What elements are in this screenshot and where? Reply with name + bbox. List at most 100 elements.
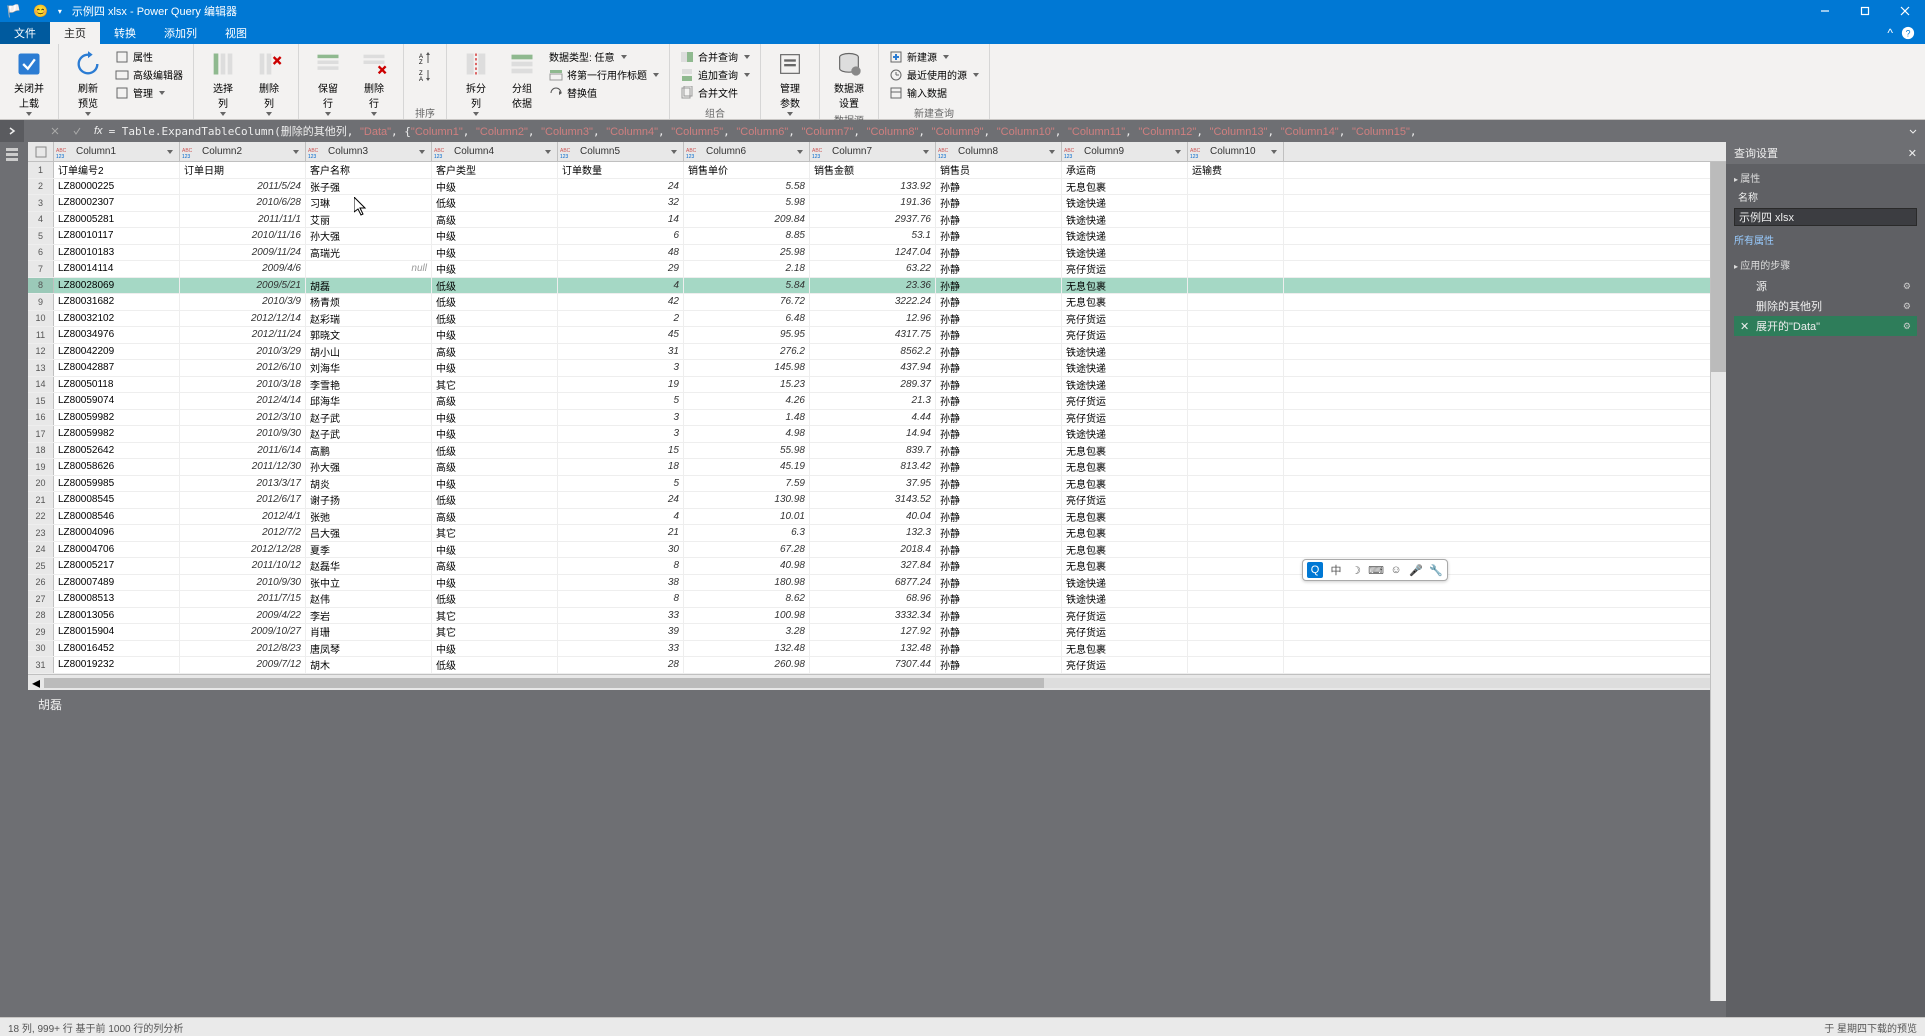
cell[interactable]: 胡炎 [306,476,432,492]
row-header[interactable]: 1 [28,162,54,178]
cell[interactable]: 63.22 [810,261,936,277]
cell[interactable]: 中级 [432,327,558,343]
cell[interactable]: 2011/10/12 [180,558,306,574]
row-header[interactable]: 25 [28,558,54,574]
step-gear-icon[interactable]: ⚙ [1903,321,1911,332]
cell[interactable]: 18 [558,459,684,475]
cell[interactable]: 2012/6/17 [180,492,306,508]
cell[interactable]: 260.98 [684,657,810,673]
cell[interactable]: 孙静 [936,591,1062,607]
cell[interactable]: 吕大强 [306,525,432,541]
cell[interactable]: 32 [558,195,684,211]
applied-step[interactable]: ✕展开的"Data"⚙ [1734,316,1917,336]
cell[interactable] [1188,410,1284,426]
table-row[interactable]: 11LZ800349762012/11/24郭晓文中级4595.954317.7… [28,327,1726,344]
row-header[interactable]: 5 [28,228,54,244]
cell[interactable]: 低级 [432,591,558,607]
cell[interactable]: 铁途快递 [1062,360,1188,376]
table-row[interactable]: 15LZ800590742012/4/14邱海华高级54.2621.3孙静亮仔货… [28,393,1726,410]
cell[interactable]: 承运商 [1062,162,1188,178]
filter-dropdown-icon[interactable] [1171,145,1185,159]
table-row[interactable]: 20LZ800599852013/3/17胡炎中级57.5937.95孙静无息包… [28,476,1726,493]
cell[interactable]: 艾丽 [306,212,432,228]
cell[interactable]: 高级 [432,558,558,574]
column-header-Column4[interactable]: ABC123Column4 [432,142,558,161]
cell[interactable] [1188,492,1284,508]
cell[interactable]: null [306,261,432,277]
cell[interactable]: 2012/6/10 [180,360,306,376]
cell[interactable]: LZ80052642 [54,443,180,459]
cell[interactable]: 5 [558,393,684,409]
cell[interactable] [1188,212,1284,228]
ime-mode-icon[interactable]: Q [1307,562,1323,578]
cell[interactable] [1188,179,1284,195]
pane-close-icon[interactable]: ✕ [1908,147,1917,160]
cell[interactable]: 铁途快递 [1062,377,1188,393]
cell[interactable]: 孙静 [936,327,1062,343]
cell[interactable]: LZ80059074 [54,393,180,409]
ime-toolbar[interactable]: Q 中 ☽ ⌨ ☺ 🎤 🔧 [1302,559,1448,581]
sort-asc-button[interactable]: AZ [414,50,436,66]
cell[interactable]: LZ80010117 [54,228,180,244]
cell[interactable]: 订单日期 [180,162,306,178]
cell[interactable]: 孙静 [936,311,1062,327]
cell[interactable]: 中级 [432,245,558,261]
table-row[interactable]: 25LZ800052172011/10/12赵磊华高级840.98327.84孙… [28,558,1726,575]
cell[interactable]: 李岩 [306,608,432,624]
cell[interactable] [1188,641,1284,657]
cell[interactable]: 327.84 [810,558,936,574]
cell[interactable] [1188,311,1284,327]
column-header-Column8[interactable]: ABC123Column8 [936,142,1062,161]
group-by-button[interactable]: 分组 依据 [499,48,545,112]
cell[interactable]: 76.72 [684,294,810,310]
cell[interactable]: 铁途快递 [1062,575,1188,591]
row-header[interactable]: 6 [28,245,54,261]
cell[interactable]: 180.98 [684,575,810,591]
column-header-Column2[interactable]: ABC123Column2 [180,142,306,161]
cell[interactable]: 209.84 [684,212,810,228]
table-row[interactable]: 19LZ800586262011/12/30孙大强高级1845.19813.42… [28,459,1726,476]
cell[interactable]: 2011/5/24 [180,179,306,195]
minimize-button[interactable] [1805,0,1845,22]
cell[interactable]: 无息包裹 [1062,294,1188,310]
cell[interactable]: 2009/5/21 [180,278,306,294]
table-row[interactable]: 3LZ800023072010/6/28习琳低级325.98191.36孙静铁途… [28,195,1726,212]
filter-dropdown-icon[interactable] [667,145,681,159]
cell[interactable]: LZ80008545 [54,492,180,508]
cell[interactable]: 低级 [432,443,558,459]
table-row[interactable]: 1订单编号2订单日期客户名称客户类型订单数量销售单价销售金额销售员承运商运输费 [28,162,1726,179]
table-row[interactable]: 18LZ800526422011/6/14高鹏低级1555.98839.7孙静无… [28,443,1726,460]
datatype-icon[interactable]: ABC123 [434,145,452,159]
cell[interactable]: 2012/8/23 [180,641,306,657]
cell[interactable]: 孙静 [936,245,1062,261]
table-row[interactable]: 22LZ800085462012/4/1张弛高级410.0140.04孙静无息包… [28,509,1726,526]
cell[interactable] [1188,542,1284,558]
cell[interactable]: 2011/12/30 [180,459,306,475]
cell[interactable]: 6.3 [684,525,810,541]
cell[interactable]: 孙静 [936,377,1062,393]
manage-button[interactable]: 管理 [111,84,187,101]
cell[interactable]: 无息包裹 [1062,525,1188,541]
horizontal-scrollbar[interactable]: ◂ ▸ [28,674,1726,690]
formula-expand-icon[interactable] [1901,126,1925,136]
formula-accept-icon[interactable] [66,122,88,140]
formula-input[interactable]: = Table.ExpandTableColumn(删除的其他列, "Data"… [109,123,1901,139]
cell[interactable]: 53.1 [810,228,936,244]
cell[interactable]: 2012/12/28 [180,542,306,558]
recent-sources-button[interactable]: 最近使用的源 [885,66,983,83]
ime-voice-icon[interactable]: 🎤 [1409,563,1423,577]
cell[interactable]: 2010/11/16 [180,228,306,244]
row-header[interactable]: 7 [28,261,54,277]
ribbon-collapse-icon[interactable]: ^ [1887,26,1893,40]
datatype-icon[interactable]: ABC123 [1190,145,1208,159]
filter-dropdown-icon[interactable] [415,145,429,159]
cell[interactable]: 437.94 [810,360,936,376]
row-header[interactable]: 27 [28,591,54,607]
cell[interactable]: 谢子扬 [306,492,432,508]
table-row[interactable]: 29LZ800159042009/10/27肖珊其它393.28127.92孙静… [28,624,1726,641]
cell[interactable]: LZ80059985 [54,476,180,492]
cell[interactable]: 38 [558,575,684,591]
cell[interactable]: 3143.52 [810,492,936,508]
cell[interactable]: 8562.2 [810,344,936,360]
cell[interactable]: 孙静 [936,228,1062,244]
